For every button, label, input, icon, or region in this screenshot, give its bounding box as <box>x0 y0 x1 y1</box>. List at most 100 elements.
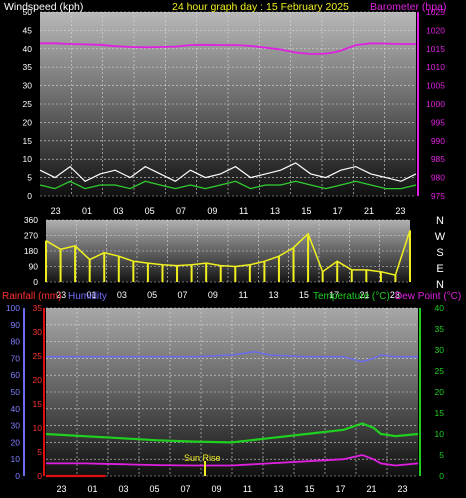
x-tick-label: 01 <box>82 206 92 216</box>
windspeed-tick: 0 <box>27 191 32 201</box>
temperature-tick: 10 <box>435 429 445 439</box>
x-tick-label: 09 <box>208 290 218 300</box>
x-tick-label: 11 <box>243 484 252 494</box>
temperature-axis-label: Temperature (°C) <box>313 291 390 302</box>
humidity-tick: 100 <box>6 303 20 313</box>
windspeed-tick: 30 <box>23 81 33 91</box>
rainfall-tick: 10 <box>33 423 43 433</box>
windspeed-tick: 25 <box>23 99 33 109</box>
x-tick-label: 07 <box>180 484 190 494</box>
x-tick-label: 21 <box>366 484 376 494</box>
rainfall-tick: 35 <box>33 303 43 313</box>
direction-tick: 0 <box>33 277 38 287</box>
windspeed-tick: 5 <box>27 173 32 183</box>
humidity-tick: 50 <box>11 387 21 397</box>
x-tick-label: 23 <box>395 206 405 216</box>
compass-label: S <box>436 247 443 259</box>
x-tick-label: 05 <box>149 484 159 494</box>
humidity-tick: 10 <box>11 454 21 464</box>
x-tick-label: 09 <box>207 206 217 216</box>
x-tick-label: 03 <box>117 290 127 300</box>
compass-label: W <box>435 231 446 243</box>
compass-label: N <box>436 279 444 291</box>
x-tick-label: 15 <box>301 206 311 216</box>
x-tick-label: 17 <box>333 206 343 216</box>
x-tick-label: 07 <box>177 290 187 300</box>
x-tick-label: 15 <box>304 484 314 494</box>
temperature-axis-ticks: 40 35 30 25 20 15 10 5 0 <box>419 303 445 481</box>
windspeed-axis-label: Windspeed (kph) <box>4 1 83 13</box>
x-tick-label: 15 <box>299 290 309 300</box>
compass-label: E <box>436 263 443 275</box>
humidity-tick: 0 <box>15 471 20 481</box>
temperature-tick: 15 <box>435 408 445 418</box>
panel-wind-barometer: 50454035302520151050 1025102010151010100… <box>4 1 446 216</box>
temperature-tick: 35 <box>435 324 445 334</box>
windspeed-tick: 40 <box>23 44 33 54</box>
temperature-tick: 25 <box>435 366 445 376</box>
x-tick-label: 17 <box>335 484 345 494</box>
chart-title: 24 hour graph day : 15 February 2025 <box>172 1 349 13</box>
rainfall-axis-label: Rainfall (mm) <box>2 291 61 302</box>
x-tick-label: 09 <box>211 484 221 494</box>
direction-axis-ticks: 360 270 180 90 0 <box>24 215 38 287</box>
panel1-x-ticks: 23 01 03 05 07 09 11 13 15 17 21 23 <box>51 206 406 216</box>
humidity-axis-ticks: 1009080706050403020100 <box>6 303 25 481</box>
temperature-tick: 5 <box>439 450 444 460</box>
direction-tick: 90 <box>29 262 39 272</box>
panel-temperature-humidity: Rainfall (mm) Humidity Temperature (°C) … <box>2 291 461 494</box>
humidity-tick: 40 <box>11 404 21 414</box>
x-tick-label: 13 <box>268 290 278 300</box>
x-tick-label: 11 <box>239 206 248 216</box>
x-tick-label: 23 <box>51 206 61 216</box>
rainfall-tick: 20 <box>33 375 43 385</box>
windspeed-tick: 20 <box>23 117 33 127</box>
barometer-tick: 1010 <box>426 62 445 72</box>
humidity-tick: 70 <box>11 353 21 363</box>
x-tick-label: 21 <box>364 206 374 216</box>
compass-label: N <box>436 215 444 227</box>
x-tick-label: 23 <box>56 484 66 494</box>
direction-tick: 180 <box>24 246 38 256</box>
temperature-tick: 0 <box>439 471 444 481</box>
windspeed-axis-ticks: 50454035302520151050 <box>23 7 33 201</box>
sunrise-annotation: Sun Rise <box>184 453 221 463</box>
humidity-tick: 20 <box>11 437 21 447</box>
temperature-tick: 40 <box>435 303 445 313</box>
windspeed-tick: 35 <box>23 62 33 72</box>
humidity-tick: 30 <box>11 421 21 431</box>
panel-wind-direction: 360270180900 NWSEN 23 01 03 05 07 09 11 13 15 17 2… <box>24 215 446 300</box>
x-tick-label: 01 <box>87 484 97 494</box>
barometer-tick: 980 <box>431 173 445 183</box>
x-tick-label: 05 <box>147 290 157 300</box>
barometer-tick: 1020 <box>426 25 445 35</box>
rainfall-axis-ticks: 35 30 25 20 15 10 5 0 <box>33 303 45 481</box>
x-tick-label: 05 <box>145 206 155 216</box>
direction-tick: 270 <box>24 231 38 241</box>
barometer-tick: 1015 <box>426 44 445 54</box>
rainfall-tick: 15 <box>33 399 43 409</box>
barometer-tick: 995 <box>431 117 445 127</box>
x-tick-label: 03 <box>113 206 123 216</box>
rainfall-tick: 30 <box>33 327 43 337</box>
weather-graphs: 50454035302520151050 1025102010151010100… <box>2 1 461 494</box>
barometer-tick: 990 <box>431 136 445 146</box>
direction-tick: 360 <box>24 215 38 225</box>
humidity-tick: 80 <box>11 337 21 347</box>
barometer-axis-label: Barometer (hpa) <box>370 1 446 13</box>
barometer-tick: 1000 <box>426 99 445 109</box>
panel3-x-ticks: 23 01 03 05 07 09 11 13 15 17 21 23 <box>56 484 407 494</box>
windspeed-tick: 15 <box>23 136 33 146</box>
humidity-axis-label: Humidity <box>68 291 107 302</box>
barometer-tick: 985 <box>431 154 445 164</box>
x-tick-label: 23 <box>397 484 407 494</box>
x-tick-label: 07 <box>176 206 186 216</box>
x-tick-label: 13 <box>273 484 283 494</box>
x-tick-label: 13 <box>270 206 280 216</box>
compass-labels: NWSEN <box>435 215 446 291</box>
temperature-tick: 30 <box>435 345 445 355</box>
barometer-tick: 975 <box>431 191 445 201</box>
rainfall-tick: 0 <box>37 471 42 481</box>
windspeed-tick: 45 <box>23 25 33 35</box>
barometer-axis-ticks: 102510201015101010051000995990985980975 <box>417 7 445 201</box>
